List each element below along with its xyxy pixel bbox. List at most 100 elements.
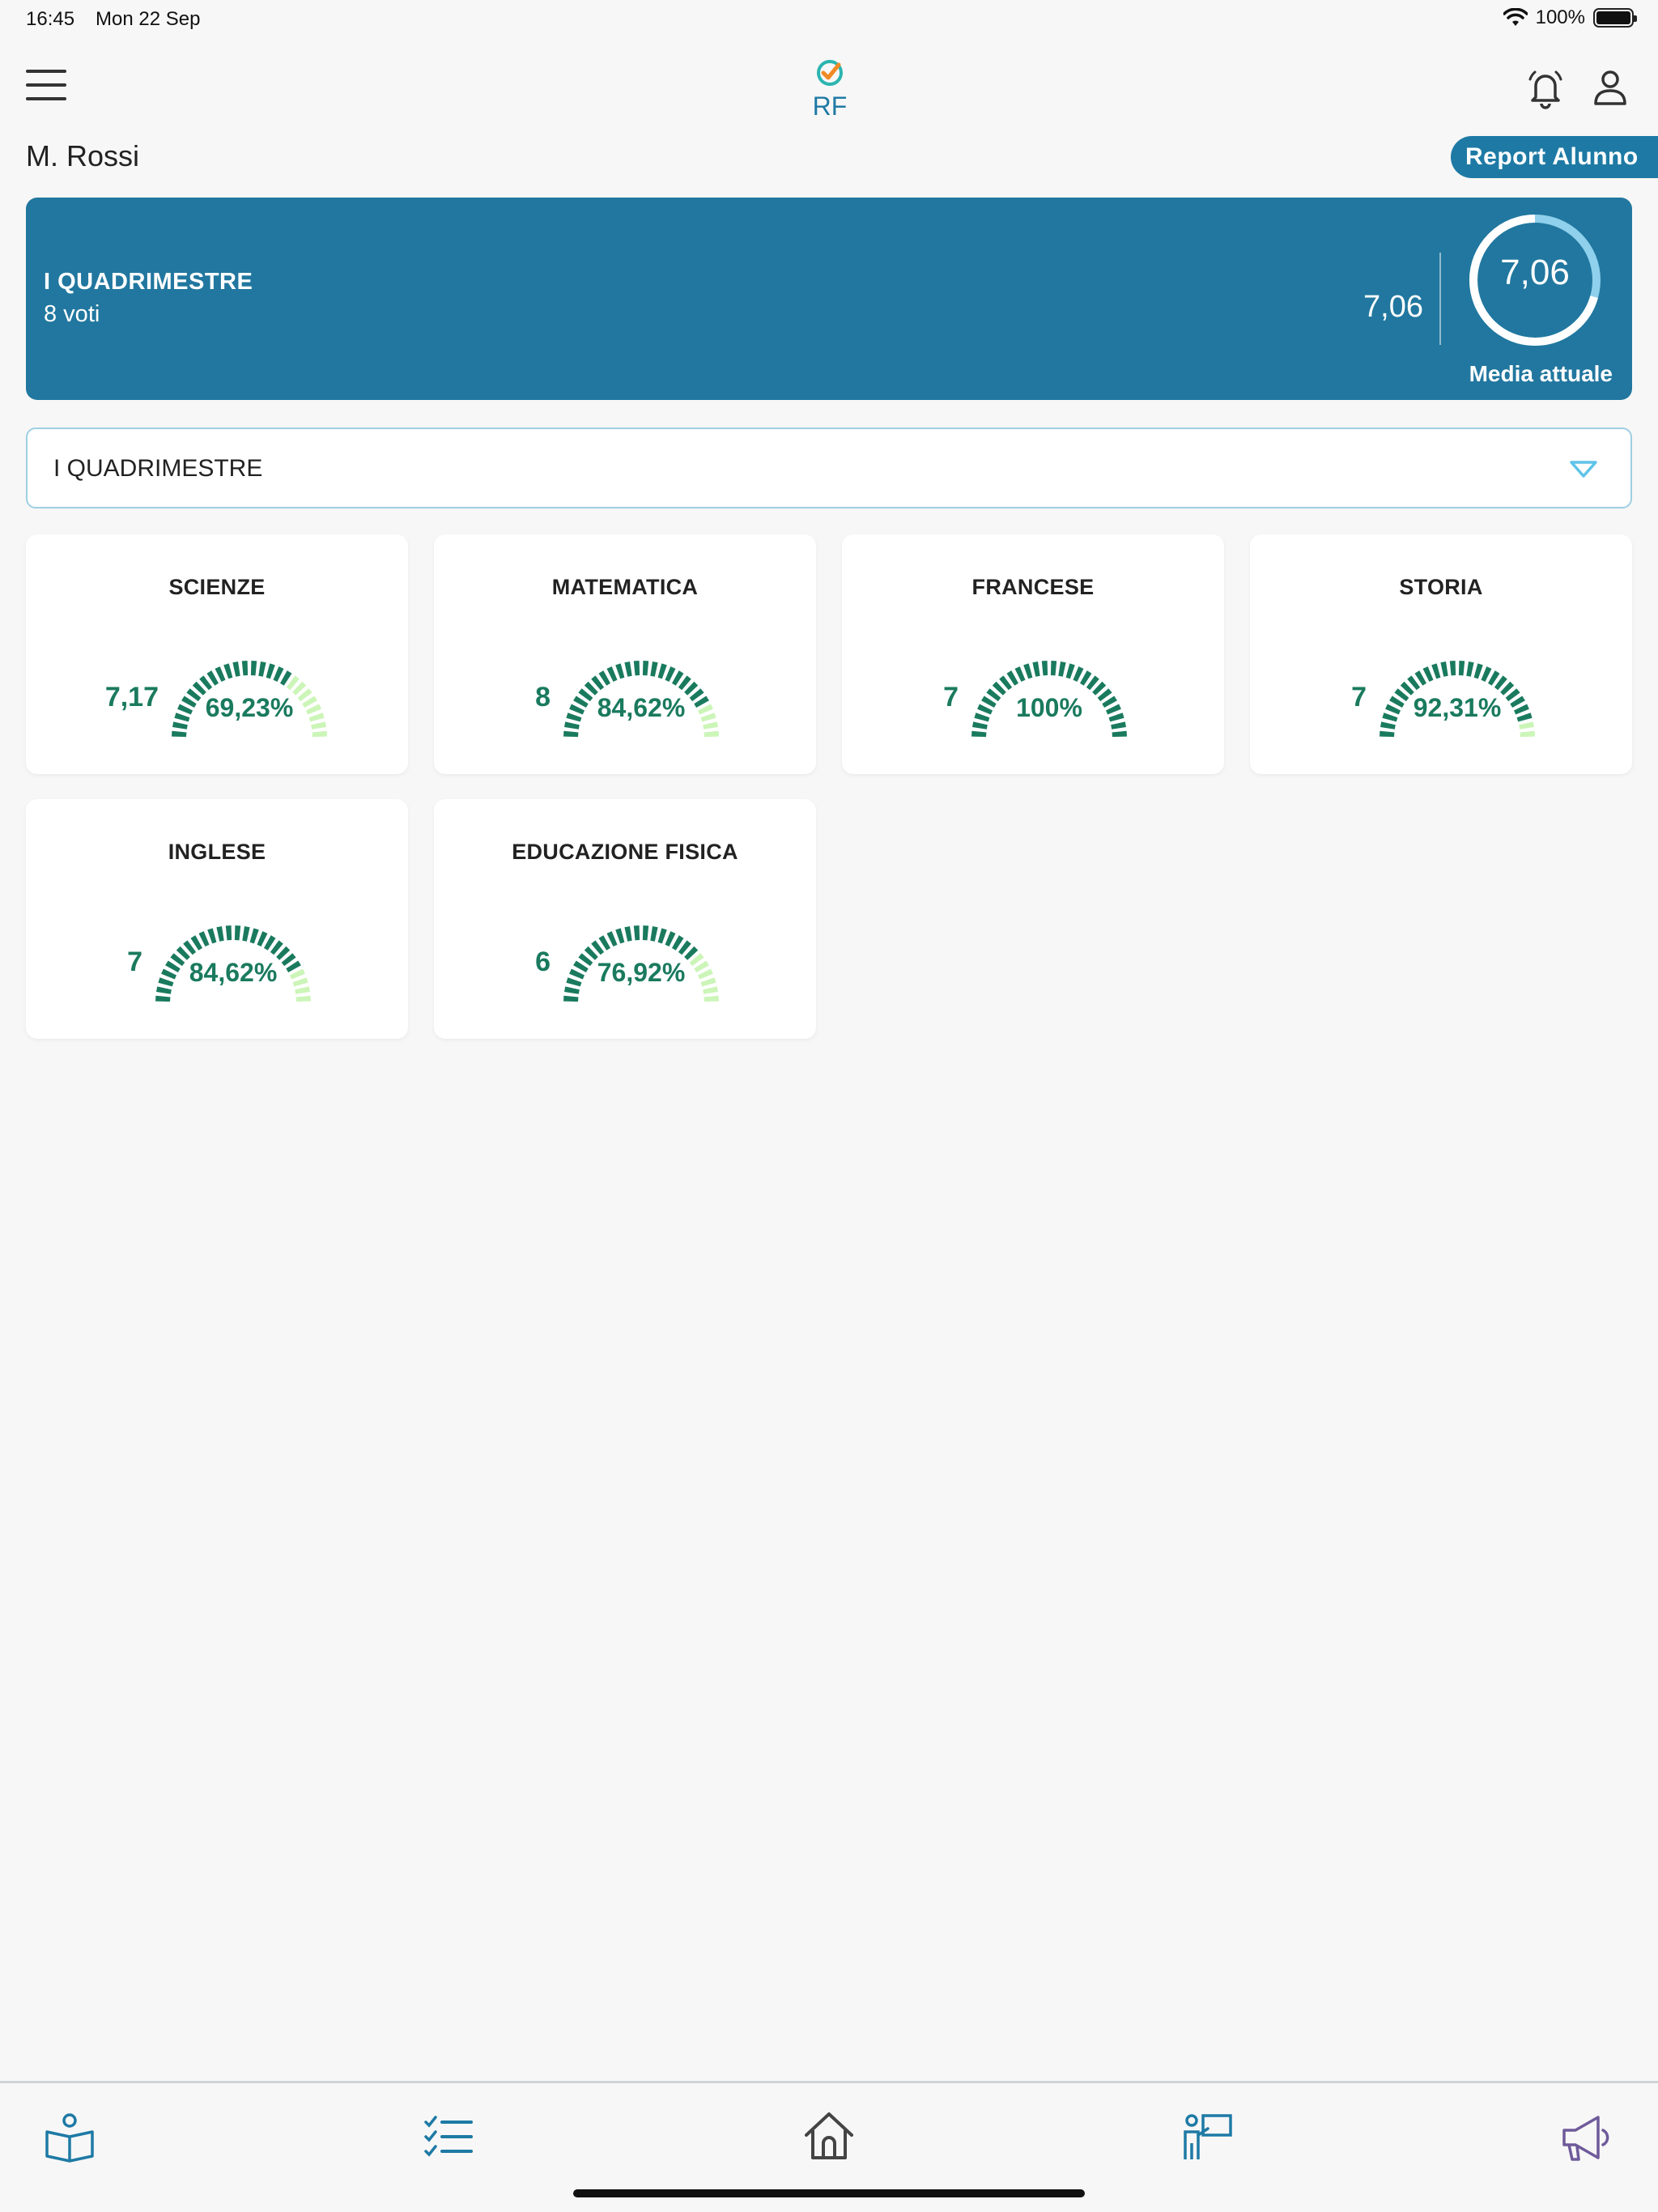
gauge-segment [624,661,632,677]
gauge-segment [1112,730,1127,738]
gauge-segment [1073,666,1084,682]
gauge-segment [642,925,649,941]
user-icon [1594,70,1626,105]
tab-teacher[interactable] [1179,2108,1237,2166]
gauge-segment [198,931,210,946]
subject-grade: 7 [943,682,959,713]
status-bar: 16:45 Mon 22 Sep 100% [0,0,1658,40]
app-logo: RF [803,58,857,121]
gauge-segment [249,928,259,944]
gauge-segment [1422,666,1434,682]
subject-card[interactable]: SCIENZE 7,17 69,23% [26,534,408,774]
summary-divider [1439,253,1441,345]
gauge-segment [232,661,240,677]
gauge-segment [1431,663,1441,679]
chevron-down-icon [1570,461,1597,478]
subject-name: FRANCESE [971,575,1095,599]
gauge-segment [207,928,217,944]
subject-percent: 100% [1016,693,1082,722]
subject-percent: 69,23% [205,693,294,722]
gauge-segment [250,661,257,676]
status-time: 16:45 [26,8,75,30]
logo-text: RF [813,91,848,120]
subject-name: SCIENZE [168,575,266,599]
period-select-value: I QUADRIMESTRE [53,455,263,482]
gauge-segment [657,928,667,944]
gauge-segment [704,730,719,738]
tab-book[interactable] [40,2108,99,2166]
gauge-segment [606,666,618,682]
gauge-segment [563,730,579,738]
gauge-segment [1058,661,1066,677]
subject-percent: 92,31% [1413,693,1502,722]
home-icon [805,2112,853,2159]
gauge-segment [234,925,241,941]
gauge-segment [1065,663,1075,679]
ring-label: Media attuale [1469,361,1613,386]
gauge-segment [615,928,625,944]
subject-card[interactable]: STORIA 7 92,31% [1250,534,1632,774]
subject-name: INGLESE [168,840,266,864]
gauge-segment [642,661,649,676]
status-date: Mon 22 Sep [96,8,201,30]
summary-average: 7,06 [1363,290,1423,324]
gauge-segment [273,666,284,682]
subject-grade: 7 [1351,682,1367,713]
gauge-segment [704,995,719,1002]
hamburger-line [26,70,66,73]
period-summary-card: I QUADRIMESTRE 8 voti 7,06 7,06 Media at… [26,198,1632,400]
home-indicator [573,2189,1085,2197]
gauge-segment [1023,663,1033,679]
gauge-segment [657,663,667,679]
gauge-segment [216,926,224,942]
gauge-segment [1473,663,1483,679]
ring-value: 7,06 [1500,253,1570,292]
report-student-button[interactable]: Report Alunno [1451,136,1658,178]
gauge-segment [1440,661,1448,677]
subject-card[interactable]: MATEMATICA 8 84,62% [434,534,816,774]
subject-percent: 76,92% [597,958,686,987]
subject-percent: 84,62% [189,958,278,987]
gauge-segment [615,663,625,679]
gauge-segment [1466,661,1474,677]
tab-home[interactable] [800,2108,858,2166]
gauge-segment [633,661,640,676]
gauge-segment [1449,661,1456,676]
hamburger-line [26,97,66,100]
subject-name: EDUCAZIONE FISICA [512,840,738,864]
subject-card[interactable]: EDUCAZIONE FISICA 6 76,92% [434,799,816,1039]
average-ring: 7,06 [1467,212,1603,348]
gauge-segment [225,925,232,941]
notifications-button[interactable] [1522,65,1569,112]
subject-name: MATEMATICA [551,575,699,599]
gauge-segment [215,666,226,682]
subject-card[interactable]: FRANCESE 7 100% [842,534,1224,774]
top-bar: RF [0,49,1658,130]
gauge-segment [172,730,187,738]
subject-grade: 8 [535,682,551,713]
gauge-segment [1520,730,1535,738]
gauge-segment [258,661,266,677]
student-name: M. Rossi [26,139,140,172]
book-icon [45,2113,94,2163]
gauge-segment [241,661,249,676]
gauge-segment [665,666,676,682]
profile-button[interactable] [1587,65,1634,112]
subject-percent: 84,62% [597,693,686,722]
period-select[interactable]: I QUADRIMESTRE [26,428,1632,508]
tab-announcements[interactable] [1558,2108,1616,2166]
gauge-segment [665,931,676,946]
menu-button[interactable] [26,70,66,105]
summary-vote-count: 8 voti [44,301,100,327]
subject-card[interactable]: INGLESE 7 84,62% [26,799,408,1039]
gauge-segment [266,663,275,679]
battery-percent: 100% [1535,6,1585,28]
gauge-segment [295,995,311,1002]
wifi-icon [1503,8,1528,26]
subject-name: STORIA [1399,575,1483,599]
gauge-segment [624,926,632,942]
gauge-segment [606,931,618,946]
tab-checklist[interactable] [419,2108,478,2166]
teacher-board-icon [1184,2114,1232,2159]
gauge-segment [650,661,658,677]
